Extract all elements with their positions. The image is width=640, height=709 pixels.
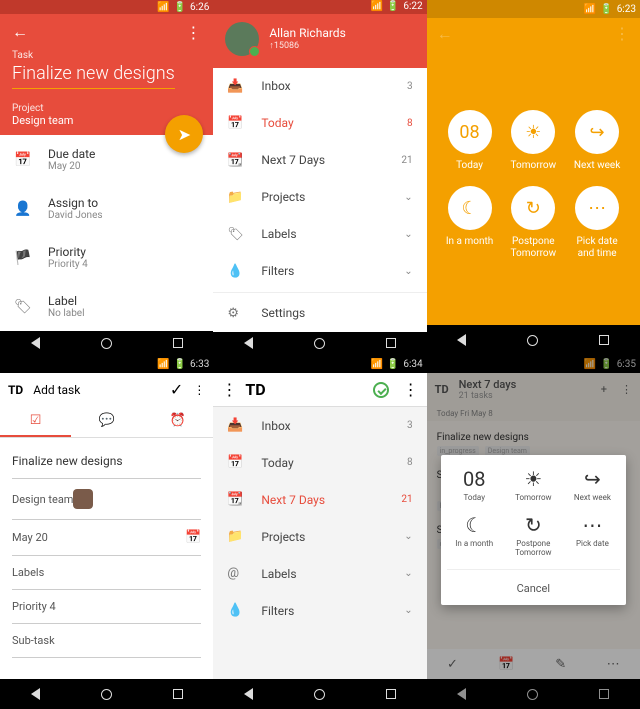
user-header[interactable]: Allan Richards ↑15086 bbox=[213, 14, 426, 68]
calarrow-icon: ↪ bbox=[575, 110, 619, 154]
nav-item-next-7-days[interactable]: 📆 Next 7 Days 21 bbox=[213, 142, 426, 179]
tab-task[interactable]: ☑ bbox=[0, 406, 71, 437]
task-header: ← ⋮ Task Finalize new designs Project De… bbox=[0, 14, 213, 135]
week-icon: 📆 bbox=[227, 153, 243, 168]
tag-icon: 🏷 bbox=[227, 227, 243, 242]
tab-comment[interactable]: 💬 bbox=[71, 406, 142, 437]
more-icon[interactable]: ⋮ bbox=[185, 23, 201, 42]
inbox-icon: 📥 bbox=[227, 418, 243, 433]
moon-icon: ☾ bbox=[465, 513, 483, 537]
assignee-avatar[interactable] bbox=[73, 489, 93, 509]
inbox-icon: 📥 bbox=[227, 79, 243, 94]
snooze-pick-date and-time[interactable]: ⋯ Pick dateand time bbox=[568, 186, 626, 260]
field-design-team[interactable]: Design team bbox=[12, 479, 201, 520]
nav-item-today[interactable]: 📅 Today 8 bbox=[213, 105, 426, 142]
folder-icon: 📁 bbox=[227, 529, 243, 544]
snooze-postpone tomorrow[interactable]: ↻ PostponeTomorrow bbox=[504, 186, 562, 260]
nav-item-next-7-days[interactable]: 📆 Next 7 Days 21 bbox=[213, 481, 426, 518]
sun-icon: ☀ bbox=[524, 467, 542, 491]
logo-icon: TD bbox=[8, 383, 23, 397]
cal08-icon: 08 bbox=[448, 110, 492, 154]
snooze-pick-date[interactable]: ⋯ Pick date bbox=[565, 513, 620, 558]
moon-icon: ☾ bbox=[448, 186, 492, 230]
panel-nav-drawer-light: 📶🔋6:34 ⋮ TD ⋮ 📥 Inbox 3 📅 Today 8 📆 Next… bbox=[213, 355, 426, 709]
snooze-tomorrow[interactable]: ☀ Tomorrow bbox=[506, 467, 561, 503]
back-icon[interactable]: ← bbox=[12, 22, 28, 42]
at-icon: @ bbox=[227, 566, 243, 581]
person-icon: 👤 bbox=[14, 201, 30, 217]
more-icon[interactable]: ⋮ bbox=[221, 380, 237, 399]
avatar bbox=[225, 22, 259, 56]
field-labels[interactable]: Labels bbox=[12, 556, 201, 590]
panel-nav-drawer: 📶🔋6:22 Allan Richards ↑15086 📥 Inbox 3 📅… bbox=[213, 0, 426, 355]
field-sub-task[interactable]: Sub-task bbox=[12, 624, 201, 658]
redo-icon: ↻ bbox=[511, 186, 555, 230]
snooze-in-a-month[interactable]: ☾ In a month bbox=[441, 186, 499, 260]
nav-item-inbox[interactable]: 📥 Inbox 3 bbox=[213, 68, 426, 105]
snooze-dialog: 08 Today ☀ Tomorrow ↪ Next week ☾ In a m… bbox=[441, 455, 626, 605]
sync-icon[interactable] bbox=[373, 382, 389, 398]
calendar-icon: 📅 bbox=[227, 116, 243, 131]
filter-icon: 💧 bbox=[227, 603, 243, 618]
back-icon[interactable]: ← bbox=[437, 24, 453, 44]
nav-item-projects[interactable]: 📁 Projects ⌄ bbox=[213, 179, 426, 216]
task-field-assign-to[interactable]: 👤 Assign toDavid Jones bbox=[0, 184, 213, 233]
confirm-icon[interactable]: ✓ bbox=[170, 380, 183, 399]
field-finalize-new-designs[interactable]: Finalize new designs bbox=[12, 444, 201, 479]
calarrow-icon: ↪ bbox=[584, 467, 601, 491]
snooze-today[interactable]: 08 Today bbox=[441, 110, 499, 172]
snooze-next-week[interactable]: ↪ Next week bbox=[568, 110, 626, 172]
calendar-icon[interactable]: 📅 bbox=[185, 530, 201, 545]
page-title: Add task bbox=[33, 383, 80, 397]
redo-icon: ↻ bbox=[525, 513, 542, 537]
flag-icon: 🏴 bbox=[14, 250, 30, 266]
more-icon[interactable]: ⋮ bbox=[403, 380, 419, 399]
nav-item-filters[interactable]: 💧 Filters ⌄ bbox=[213, 592, 426, 629]
cancel-button[interactable]: Cancel bbox=[447, 569, 620, 605]
nav-item-labels[interactable]: 🏷 Labels ⌄ bbox=[213, 216, 426, 253]
task-field-label[interactable]: 🏷 LabelNo label bbox=[0, 282, 213, 331]
nav-item-projects[interactable]: 📁 Projects ⌄ bbox=[213, 518, 426, 555]
week-icon: 📆 bbox=[227, 492, 243, 507]
task-title[interactable]: Finalize new designs bbox=[12, 63, 175, 89]
dots-icon: ⋯ bbox=[582, 513, 602, 537]
snooze-today[interactable]: 08 Today bbox=[447, 467, 502, 503]
nav-item-settings[interactable]: ⚙ Settings bbox=[213, 295, 426, 332]
snooze-in-a-month[interactable]: ☾ In a month bbox=[447, 513, 502, 558]
calendar-icon: 📅 bbox=[14, 152, 30, 168]
more-icon[interactable]: ⋮ bbox=[193, 383, 205, 397]
nav-recent[interactable] bbox=[173, 338, 183, 348]
folder-icon: 📁 bbox=[227, 190, 243, 205]
snooze-postpone tomorrow[interactable]: ↻ PostponeTomorrow bbox=[506, 513, 561, 558]
nav-item-inbox[interactable]: 📥 Inbox 3 bbox=[213, 407, 426, 444]
nav-back[interactable] bbox=[31, 337, 40, 349]
field-may-20[interactable]: May 20📅 bbox=[12, 520, 201, 556]
tag-icon: 🏷 bbox=[14, 299, 30, 315]
tab-reminder[interactable]: ⏰ bbox=[142, 406, 213, 437]
panel-snooze-dialog: 📶🔋6:35 TD Next 7 days 21 tasks +⋮ Today … bbox=[427, 355, 640, 709]
nav-item-filters[interactable]: 💧 Filters ⌄ bbox=[213, 253, 426, 290]
gear-icon: ⚙ bbox=[227, 306, 243, 321]
panel-snooze-yellow: 📶🔋6:23 ← ⋮ 08 Today ☀ Tomorrow ↪ Next we… bbox=[427, 0, 640, 355]
calendar-icon: 📅 bbox=[227, 455, 243, 470]
nav-item-today[interactable]: 📅 Today 8 bbox=[213, 444, 426, 481]
snooze-tomorrow[interactable]: ☀ Tomorrow bbox=[504, 110, 562, 172]
snooze-next-week[interactable]: ↪ Next week bbox=[565, 467, 620, 503]
nav-item-labels[interactable]: @ Labels ⌄ bbox=[213, 555, 426, 592]
nav-home[interactable] bbox=[101, 338, 112, 349]
dots-icon: ⋯ bbox=[575, 186, 619, 230]
panel-add-task-light: 📶🔋6:33 TD Add task ✓ ⋮ ☑ 💬 ⏰ Finalize ne… bbox=[0, 355, 213, 709]
cal08-icon: 08 bbox=[463, 467, 485, 491]
panel-task-detail: 📶🔋6:26 ← ⋮ Task Finalize new designs Pro… bbox=[0, 0, 213, 355]
filter-icon: 💧 bbox=[227, 264, 243, 279]
sun-icon: ☀ bbox=[511, 110, 555, 154]
task-field-priority[interactable]: 🏴 PriorityPriority 4 bbox=[0, 233, 213, 282]
logo-icon: TD bbox=[245, 380, 265, 399]
field-priority-4[interactable]: Priority 4 bbox=[12, 590, 201, 624]
